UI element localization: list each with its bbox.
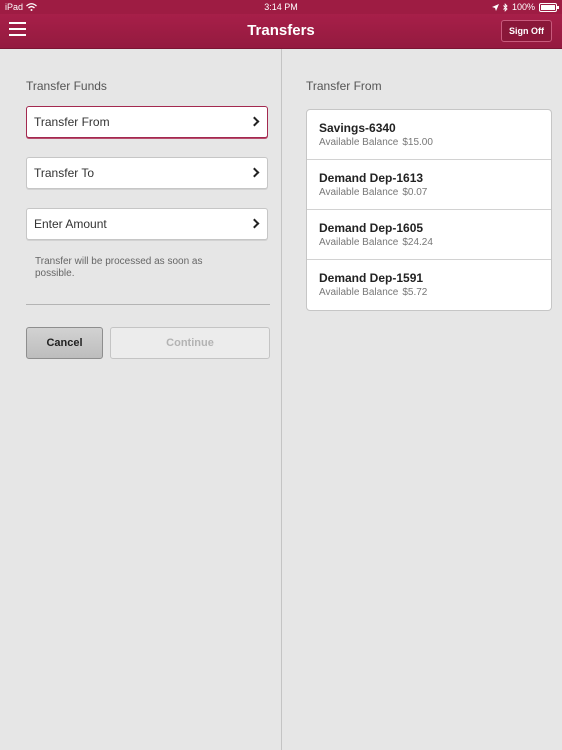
divider-line [26,304,270,305]
battery-icon [539,2,559,12]
account-balance-row: Available Balance $24.24 [319,236,551,249]
account-item[interactable]: Savings-6340 Available Balance $15.00 [307,110,551,160]
transfer-to-field[interactable]: Transfer To [26,157,268,189]
balance-label: Available Balance [319,237,399,248]
account-item[interactable]: Demand Dep-1613 Available Balance $0.07 [307,160,551,210]
balance-label: Available Balance [319,187,399,198]
transfer-funds-heading: Transfer Funds [26,79,107,93]
sign-off-button[interactable]: Sign Off [501,20,552,42]
transfer-from-heading: Transfer From [306,79,382,93]
account-balance-row: Available Balance $0.07 [319,186,551,199]
account-picker-panel: Transfer From Savings-6340 Available Bal… [282,49,562,750]
transfer-to-label: Transfer To [34,166,95,180]
status-right: 100% [491,0,559,14]
status-time: 3:14 PM [264,2,298,12]
balance-amount: $24.24 [402,237,433,248]
enter-amount-label: Enter Amount [34,217,107,231]
account-name: Demand Dep-1591 [319,271,424,285]
cancel-button[interactable]: Cancel [26,327,103,359]
battery-percent: 100% [511,2,535,12]
chevron-right-icon [249,116,260,127]
enter-amount-field[interactable]: Enter Amount [26,208,268,240]
account-balance-row: Available Balance $15.00 [319,136,551,149]
balance-amount: $5.72 [402,287,428,298]
account-name: Savings-6340 [319,121,396,135]
status-bar: iPad 3:14 PM 100% [0,0,562,14]
transfer-from-label: Transfer From [34,115,110,129]
chevron-right-icon [249,167,260,178]
continue-button[interactable]: Continue [110,327,270,359]
account-item[interactable]: Demand Dep-1605 Available Balance $24.24 [307,210,551,260]
nav-bar: Transfers Sign Off [0,14,562,49]
account-name: Demand Dep-1613 [319,171,424,185]
balance-label: Available Balance [319,287,399,298]
location-icon [491,3,499,11]
account-balance-row: Available Balance $5.72 [319,286,551,299]
account-item[interactable]: Demand Dep-1591 Available Balance $5.72 [307,260,551,310]
page-title: Transfers [247,22,315,39]
transfer-from-field[interactable]: Transfer From [26,106,268,138]
balance-label: Available Balance [319,137,399,148]
transfer-form-panel: Transfer Funds Transfer From Transfer To… [0,49,281,750]
account-name: Demand Dep-1605 [319,221,424,235]
processing-note: Transfer will be processed as soon as po… [35,256,203,279]
account-list: Savings-6340 Available Balance $15.00 Dem… [306,109,552,311]
chevron-right-icon [249,218,260,229]
bluetooth-icon [503,2,508,12]
balance-amount: $15.00 [402,137,433,148]
balance-amount: $0.07 [402,187,428,198]
